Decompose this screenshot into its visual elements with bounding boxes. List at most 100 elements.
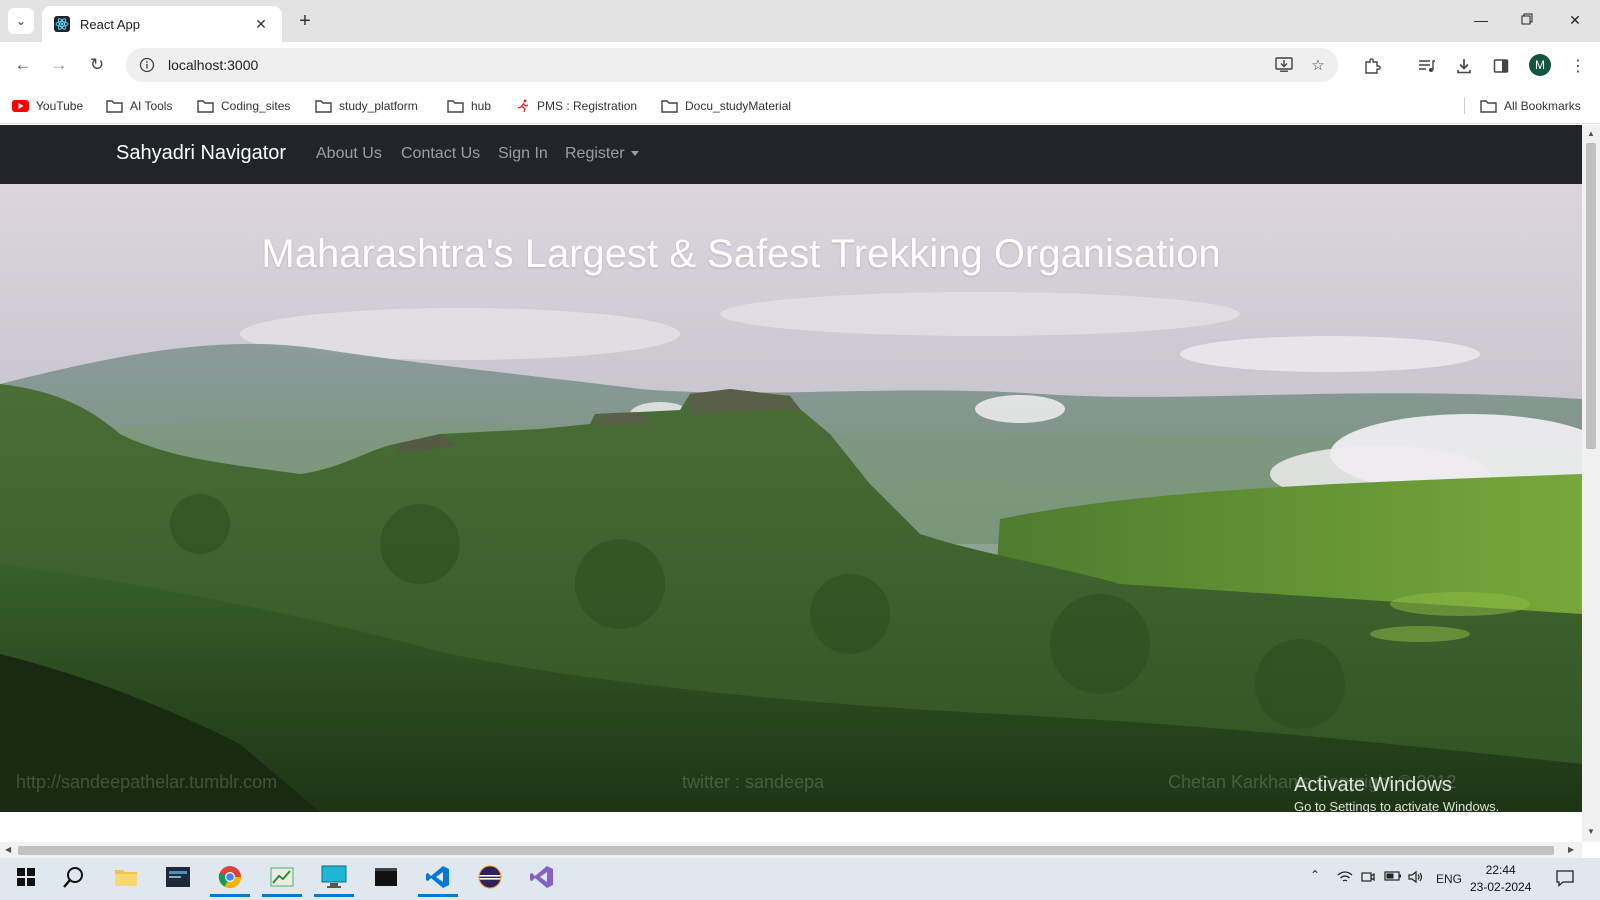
taskbar-mysql[interactable] xyxy=(156,861,200,897)
bookmark-coding-sites[interactable]: Coding_sites xyxy=(197,96,290,116)
bookmark-pms-registration[interactable]: PMS : Registration xyxy=(516,96,637,116)
close-icon[interactable]: ✕ xyxy=(252,16,270,33)
taskbar-terminal[interactable] xyxy=(364,861,408,897)
runner-icon xyxy=(516,99,530,113)
side-panel-icon[interactable] xyxy=(1489,54,1513,78)
bookmark-label: PMS : Registration xyxy=(537,99,638,113)
taskbar-remote-desktop[interactable] xyxy=(312,861,356,897)
eclipse-icon xyxy=(478,865,502,894)
tab-title: React App xyxy=(80,16,140,32)
mountain-landscape-image xyxy=(0,184,1582,812)
start-button[interactable] xyxy=(4,861,48,897)
chevron-up-icon[interactable]: ⌃ xyxy=(1310,868,1320,882)
search-icon xyxy=(63,866,85,893)
taskbar-app-green[interactable] xyxy=(260,861,304,897)
minimize-button[interactable]: — xyxy=(1458,0,1504,40)
taskbar-file-explorer[interactable] xyxy=(104,861,148,897)
bookmark-label: Coding_sites xyxy=(221,99,291,113)
windows-taskbar: ⌃ ENG 22:44 23-02-2024 xyxy=(0,858,1600,900)
meet-now-icon[interactable] xyxy=(1361,870,1375,887)
windows-logo-icon xyxy=(17,867,35,891)
bookmark-hub[interactable]: hub xyxy=(447,96,491,116)
back-button[interactable]: ← xyxy=(8,50,38,80)
profile-avatar[interactable]: M xyxy=(1529,54,1551,76)
register-label: Register xyxy=(565,145,625,162)
monitor-icon xyxy=(321,865,347,894)
navbar-brand[interactable]: Sahyadri Navigator xyxy=(116,142,286,165)
bookmark-docu-studymaterial[interactable]: Docu_studyMaterial xyxy=(661,96,791,116)
download-icon[interactable] xyxy=(1452,54,1476,78)
minimize-icon: — xyxy=(1474,12,1488,28)
bookmark-study-platform[interactable]: study_platform xyxy=(315,96,418,116)
language-indicator[interactable]: ENG xyxy=(1436,872,1462,886)
bookmark-label: Docu_studyMaterial xyxy=(685,99,792,113)
vertical-scroll-thumb[interactable] xyxy=(1586,143,1596,449)
restore-button[interactable] xyxy=(1504,0,1550,40)
close-window-button[interactable]: ✕ xyxy=(1552,0,1598,40)
reload-button[interactable]: ↻ xyxy=(82,50,112,80)
mysql-workbench-icon xyxy=(165,866,191,893)
arrow-left-icon: ← xyxy=(14,55,32,74)
volume-icon[interactable] xyxy=(1408,870,1424,887)
nav-contact-us[interactable]: Contact Us xyxy=(401,145,480,163)
battery-icon[interactable] xyxy=(1384,870,1402,885)
notification-center-icon[interactable] xyxy=(1556,869,1574,890)
nav-sign-in[interactable]: Sign In xyxy=(498,145,548,163)
search-button[interactable] xyxy=(52,861,96,897)
horizontal-scroll-thumb[interactable] xyxy=(18,846,1554,855)
hero-title: Maharashtra's Largest & Safest Trekking … xyxy=(261,232,1221,276)
restore-icon xyxy=(1521,12,1533,28)
media-controls-icon[interactable] xyxy=(1415,54,1439,78)
vertical-scrollbar[interactable]: ▲ ▼ xyxy=(1582,125,1600,842)
scroll-left-icon[interactable]: ◀ xyxy=(5,845,11,854)
nav-register-dropdown[interactable]: Register xyxy=(565,145,639,163)
address-bar[interactable]: localhost:3000 xyxy=(126,48,1338,82)
vscode-icon xyxy=(426,865,450,894)
bookmark-label: study_platform xyxy=(339,99,418,113)
hero-banner: Maharashtra's Largest & Safest Trekking … xyxy=(0,184,1582,812)
folder-icon xyxy=(447,99,464,113)
chart-app-icon xyxy=(270,866,294,893)
taskbar-visual-studio[interactable] xyxy=(520,861,564,897)
menu-kebab-icon[interactable]: ⋮ xyxy=(1566,54,1590,78)
network-icon[interactable] xyxy=(1337,870,1353,887)
horizontal-scrollbar[interactable]: ◀ ▶ xyxy=(0,842,1582,858)
activate-windows-subtitle: Go to Settings to activate Windows. xyxy=(1294,799,1500,812)
nav-about-us[interactable]: About Us xyxy=(316,145,382,163)
all-bookmarks-button[interactable]: All Bookmarks xyxy=(1480,96,1581,116)
extensions-icon[interactable] xyxy=(1360,54,1384,78)
file-explorer-icon xyxy=(114,867,138,892)
close-icon: ✕ xyxy=(1569,11,1581,28)
tab-react-app[interactable]: React App ✕ xyxy=(42,6,282,42)
taskbar-vscode[interactable] xyxy=(416,861,460,897)
reload-icon: ↻ xyxy=(89,55,105,74)
url-text[interactable]: localhost:3000 xyxy=(168,57,258,73)
new-tab-button[interactable]: + xyxy=(292,8,318,34)
folder-icon xyxy=(197,99,214,113)
bookmark-youtube[interactable]: YouTube xyxy=(12,96,83,116)
scroll-down-icon[interactable]: ▼ xyxy=(1587,827,1595,836)
scroll-right-icon[interactable]: ▶ xyxy=(1568,845,1574,854)
plus-icon: + xyxy=(299,9,311,32)
photo-watermark: http://sandeepathelar.tumblr.com xyxy=(16,772,278,792)
bookmarks-divider xyxy=(1464,98,1465,114)
info-icon[interactable] xyxy=(136,54,158,76)
terminal-icon xyxy=(374,867,398,892)
visual-studio-icon xyxy=(530,865,554,894)
tab-strip: ⌄ React App ✕ + — ✕ xyxy=(0,0,1600,42)
bookmark-label: YouTube xyxy=(36,99,84,113)
forward-button[interactable]: → xyxy=(44,50,74,80)
tab-search-button[interactable]: ⌄ xyxy=(8,8,34,34)
star-icon[interactable]: ☆ xyxy=(1308,55,1328,75)
taskbar-eclipse[interactable] xyxy=(468,861,512,897)
chrome-icon xyxy=(218,865,242,894)
bookmark-ai-tools[interactable]: AI Tools xyxy=(106,96,172,116)
activate-windows-watermark: Activate Windows Go to Settings to activ… xyxy=(1294,774,1499,812)
folder-icon xyxy=(106,99,123,113)
install-app-icon[interactable] xyxy=(1274,55,1294,75)
browser-toolbar: ← → ↻ localhost:3000 ☆ M ⋮ xyxy=(0,42,1600,88)
taskbar-chrome[interactable] xyxy=(208,861,252,897)
scroll-up-icon[interactable]: ▲ xyxy=(1587,129,1595,138)
folder-icon xyxy=(1480,99,1497,113)
system-clock[interactable]: 22:44 23-02-2024 xyxy=(1470,862,1531,896)
